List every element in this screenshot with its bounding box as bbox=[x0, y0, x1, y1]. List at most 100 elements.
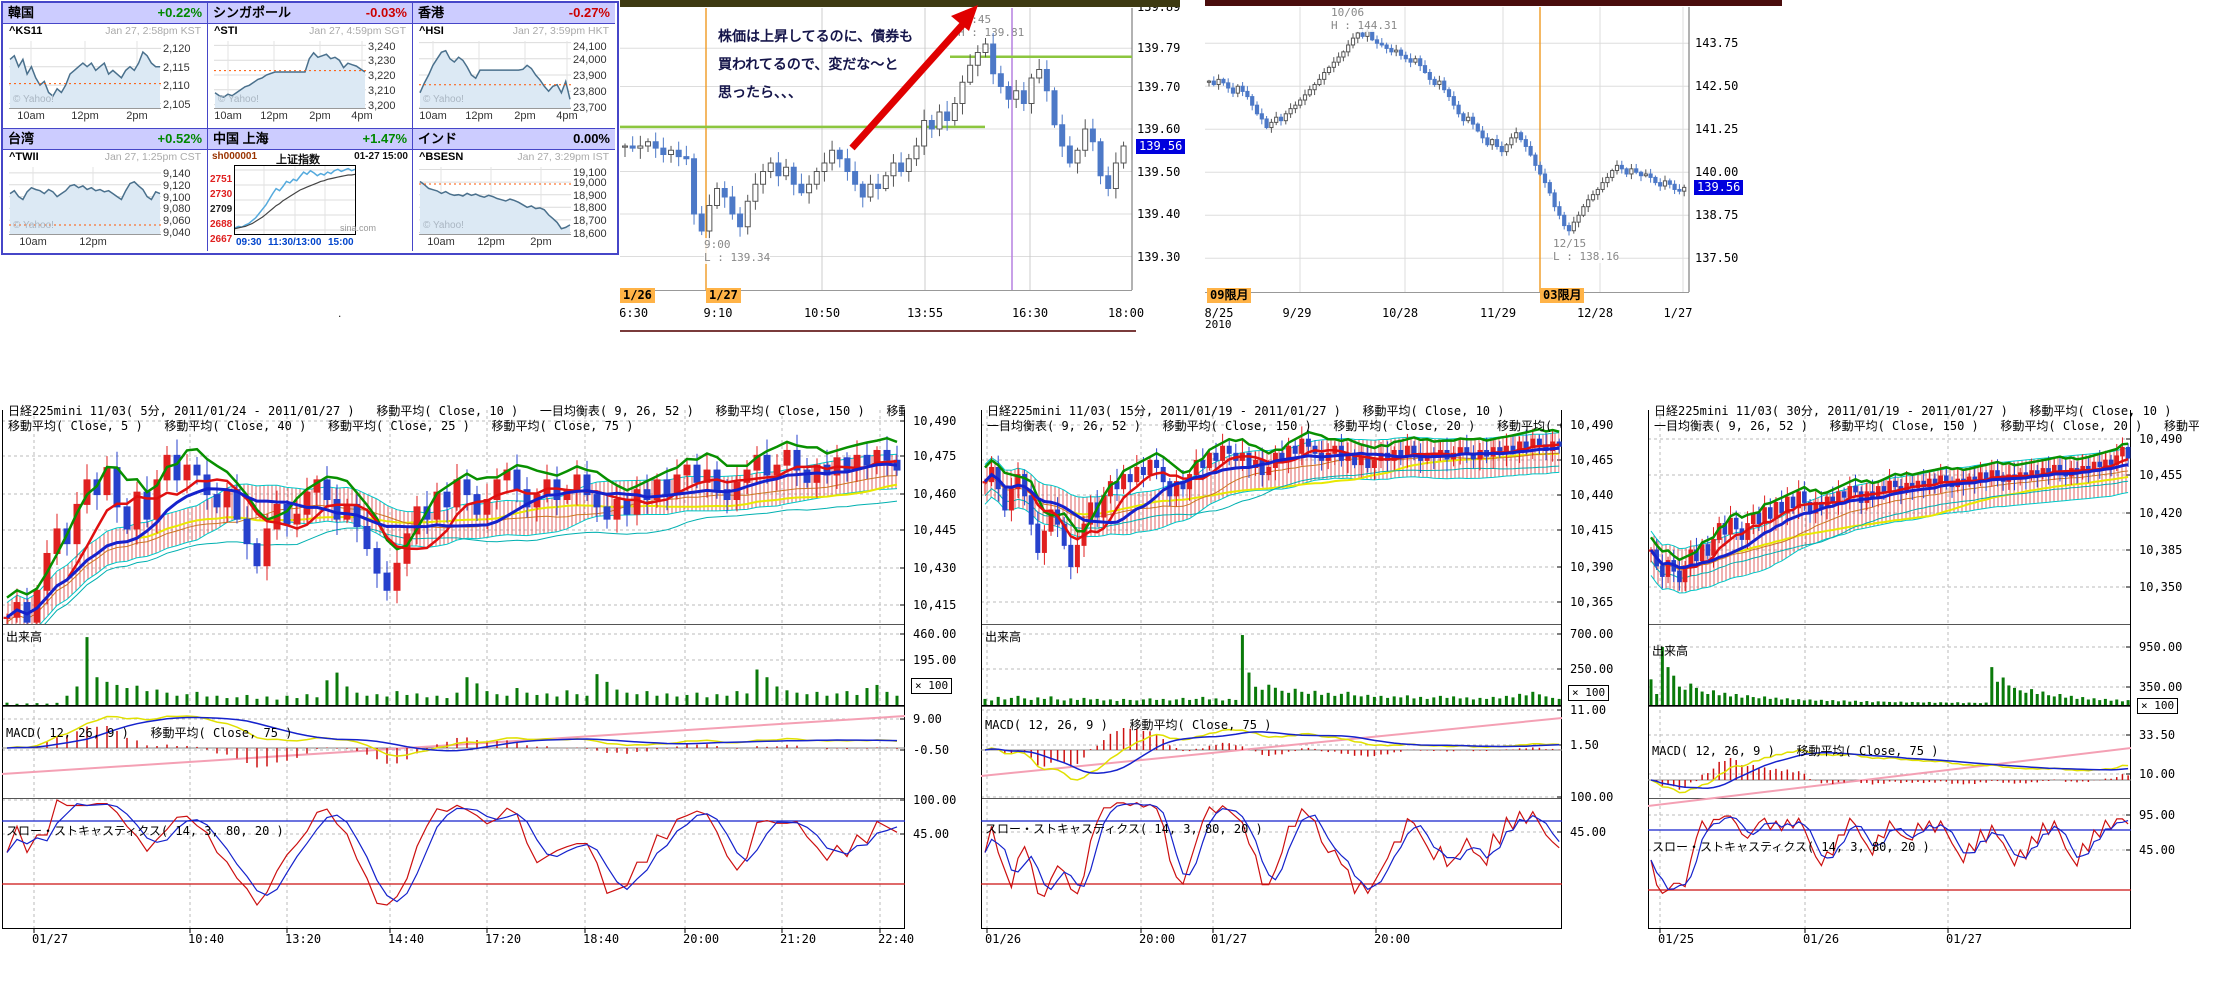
current-price-tag: 139.56 bbox=[1694, 180, 1743, 195]
y-axis-label: 2,120 bbox=[163, 43, 191, 55]
y-axis-label: 18,700 bbox=[573, 215, 607, 227]
macd-axis-label: 10.00 bbox=[2139, 767, 2175, 781]
price-axis-label: 10,350 bbox=[2139, 580, 2182, 594]
panel-header: インド0.00% bbox=[413, 129, 615, 150]
chart-title-line2: 移動平均( Close, 5 ) 移動平均( Close, 40 ) 移動平均(… bbox=[8, 417, 905, 434]
asia-markets-grid: 韓国+0.22% ^KS11Jan 27, 2:58pm KST 2,120 2,… bbox=[1, 1, 619, 255]
technical-chart-canvas bbox=[981, 402, 1562, 950]
macd-axis-label: 33.50 bbox=[2139, 728, 2175, 742]
change-badge: +1.47% bbox=[363, 129, 407, 149]
panel-header: 台湾+0.52% bbox=[3, 129, 207, 150]
x-axis-label: 12pm bbox=[79, 236, 107, 248]
price-axis-label: 10,440 bbox=[1570, 488, 1613, 502]
low-price-annotation: L : 139.34 bbox=[704, 251, 770, 264]
market-panel-taiwan[interactable]: 台湾+0.52% ^TWIIJan 27, 1:25pm CST 9,1409,… bbox=[3, 129, 208, 251]
macd-pane-label: MACD( 12, 26, 9 ) 移動平均( Close, 75 ) bbox=[985, 716, 1271, 733]
y-axis-label: 9,040 bbox=[163, 227, 191, 239]
shanghai-index-chart bbox=[234, 165, 356, 235]
stray-mark: . bbox=[338, 306, 341, 320]
bond-futures-intraday-chart: 14:45 H : 139.81 株価は上昇してるのに、債券も 買われてるので、… bbox=[620, 0, 1185, 340]
y-axis-label: 9,060 bbox=[163, 215, 191, 227]
price-axis-label: 10,445 bbox=[913, 523, 956, 537]
x-axis-label: 2pm bbox=[514, 110, 535, 122]
macd-axis-label: 11.00 bbox=[1570, 703, 1606, 717]
price-axis-label: 10,390 bbox=[1570, 560, 1613, 574]
current-price-tag: 139.56 bbox=[1136, 139, 1185, 154]
ticker-symbol: ^BSESN bbox=[419, 151, 463, 163]
market-panel-hongkong[interactable]: 香港-0.27% ^HSIJan 27, 3:59pm HKT 24,10024… bbox=[413, 3, 615, 129]
x-axis-label: 10am bbox=[17, 110, 45, 122]
market-name: 香港 bbox=[418, 5, 444, 20]
y-axis-label: 23,800 bbox=[573, 86, 607, 98]
stoch-axis-label: 45.00 bbox=[913, 827, 949, 841]
price-axis-label: 10,385 bbox=[2139, 543, 2182, 557]
x-axis-label: 2pm bbox=[530, 236, 551, 248]
macd-axis-label: 1.50 bbox=[1570, 738, 1599, 752]
sina-datetime: 01-27 15:00 bbox=[354, 151, 408, 162]
change-badge: -0.03% bbox=[366, 3, 407, 23]
nikkei-mini-5min-chart: 日経225mini 11/03( 5分, 2011/01/24 - 2011/0… bbox=[2, 402, 972, 962]
market-panel-shanghai[interactable]: 中国 上海+1.47% sh000001 上证指数 01-27 15:00 27… bbox=[208, 129, 413, 251]
low-time-annotation: 9:00 bbox=[704, 238, 731, 251]
day-tag-126: 1/26 bbox=[620, 288, 655, 303]
volume-pane-label: 出来高 bbox=[985, 628, 1021, 645]
technical-chart-canvas bbox=[2, 402, 905, 950]
market-panel-singapore[interactable]: シンガポール-0.03% ^STIJan 27, 4:59pm SGT 3,24… bbox=[208, 3, 413, 129]
y-axis-label: 9,120 bbox=[163, 180, 191, 192]
volume-axis-label: 700.00 bbox=[1570, 627, 1613, 641]
price-axis-label: 10,430 bbox=[913, 561, 956, 575]
symbol-row: ^TWIIJan 27, 1:25pm CST bbox=[3, 151, 207, 166]
price-axis-label: 10,490 bbox=[1570, 418, 1613, 432]
yahoo-watermark: © Yahoo! bbox=[423, 220, 464, 231]
y-axis-label: 2,110 bbox=[163, 80, 190, 92]
symbol-row: ^KS11Jan 27, 2:58pm KST bbox=[3, 25, 207, 40]
chart-title-line2: 一目均衡表( 9, 26, 52 ) 移動平均( Close, 150 ) 移動… bbox=[1654, 417, 2199, 434]
handwritten-note: 株価は上昇してるのに、債券も 買われてるので、変だな〜と 思ったら、、、 bbox=[718, 22, 913, 106]
yahoo-watermark: © Yahoo! bbox=[13, 94, 54, 105]
sina-y-axis-label: 2751 bbox=[210, 174, 232, 185]
symbol-row: ^HSIJan 27, 3:59pm HKT bbox=[413, 25, 615, 40]
y-axis-label: 24,100 bbox=[573, 41, 607, 53]
nikkei-mini-15min-chart: 日経225mini 11/03( 15分, 2011/01/19 - 2011/… bbox=[981, 402, 1629, 962]
stoch-axis-label: 45.00 bbox=[1570, 825, 1606, 839]
y-axis-label: 23,700 bbox=[573, 102, 607, 114]
change-badge: +0.22% bbox=[158, 3, 202, 23]
note-line: 株価は上昇してるのに、債券も bbox=[718, 22, 913, 50]
sparkline-area: 9,1409,1209,1009,0809,0609,040 10am12pm … bbox=[3, 167, 207, 251]
market-panel-korea[interactable]: 韓国+0.22% ^KS11Jan 27, 2:58pm KST 2,120 2,… bbox=[3, 3, 208, 129]
high-date-annotation: 10/06 bbox=[1331, 6, 1364, 19]
panel-header: 韓国+0.22% bbox=[3, 3, 207, 24]
year-label: 2010 bbox=[1205, 318, 1232, 331]
y-axis-label: 23,900 bbox=[573, 70, 607, 82]
sina-y-axis-label: 2667 bbox=[210, 234, 232, 245]
price-axis-label: 10,415 bbox=[1570, 523, 1613, 537]
stoch-axis-label: 100.00 bbox=[1570, 790, 1613, 804]
y-axis-label: 3,230 bbox=[368, 55, 396, 67]
y-axis-label: 3,220 bbox=[368, 70, 396, 82]
market-name: シンガポール bbox=[213, 5, 291, 20]
ticker-symbol: ^TWII bbox=[9, 151, 39, 163]
stoch-pane-label: スロー・ストキャスティクス( 14, 3, 80, 20 ) bbox=[1652, 838, 1930, 855]
sina-y-axis-label: 2730 bbox=[210, 189, 232, 200]
y-axis-label: 3,240 bbox=[368, 41, 396, 53]
x-axis-label: 2pm bbox=[309, 110, 330, 122]
x-axis-label: 12pm bbox=[71, 110, 99, 122]
multiplier-badge: × 100 bbox=[2137, 698, 2178, 714]
x-axis-label: 4pm bbox=[351, 110, 372, 122]
price-axis-label: 10,455 bbox=[2139, 468, 2182, 482]
low-date-annotation: 12/15 bbox=[1553, 237, 1586, 250]
y-axis-label: 3,210 bbox=[368, 85, 396, 97]
change-badge: +0.52% bbox=[158, 129, 202, 149]
sina-x-axis-label: 11:30/13:00 bbox=[268, 237, 321, 248]
sina-x-axis-label: 09:30 bbox=[236, 237, 262, 248]
sina-y-axis-label: 2688 bbox=[210, 219, 232, 230]
market-panel-india[interactable]: インド0.00% ^BSESNJan 27, 3:29pm IST 19,100… bbox=[413, 129, 615, 251]
x-axis-label: 10am bbox=[19, 236, 47, 248]
y-axis-label: 18,900 bbox=[573, 190, 607, 202]
technical-chart-canvas bbox=[1648, 402, 2131, 950]
x-axis-label: 10am bbox=[427, 236, 455, 248]
y-axis-label: 2,105 bbox=[163, 99, 191, 111]
chart-title-line2: 一目均衡表( 9, 26, 52 ) 移動平均( Close, 150 ) 移動… bbox=[987, 417, 1562, 434]
bond-futures-daily-chart: 10/06 H : 144.31 12/15 L : 138.16 09限月 0… bbox=[1205, 0, 1782, 345]
price-axis-label: 10,465 bbox=[1570, 453, 1613, 467]
